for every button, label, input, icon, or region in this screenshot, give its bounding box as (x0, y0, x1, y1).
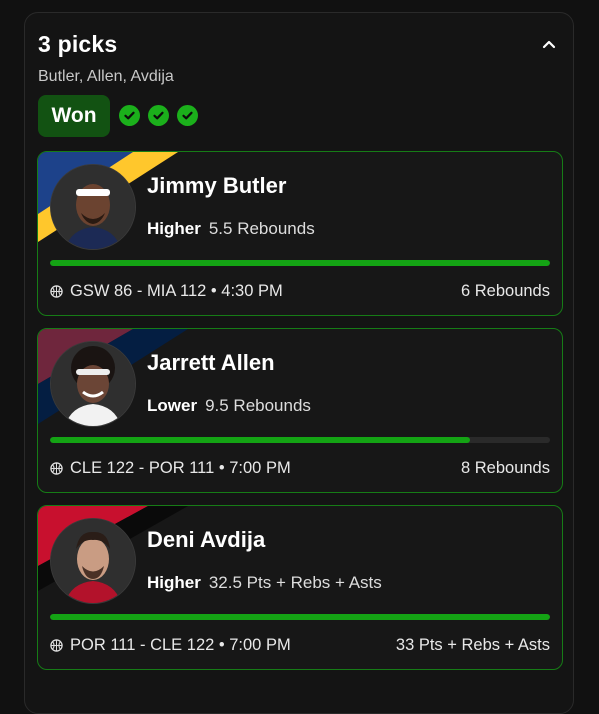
progress-fill (50, 437, 470, 443)
basketball-icon (50, 285, 63, 298)
panel-title: 3 picks (38, 31, 118, 57)
player-avatar (50, 518, 136, 604)
pick-stat-line: 32.5 Pts + Rebs + Asts (208, 573, 382, 592)
game-score-time: POR 111 - CLE 122 • 7:00 PM (70, 636, 291, 654)
progress-bar (50, 437, 550, 443)
basketball-icon (50, 639, 63, 652)
pick-direction: Higher (147, 219, 201, 238)
pick-result: 8 Rebounds (461, 459, 550, 477)
player-name: Deni Avdija (147, 527, 266, 552)
pick-checks (119, 105, 198, 126)
pick-direction: Lower (147, 396, 198, 415)
pick-line: Lower 9.5 Rebounds (147, 396, 311, 416)
player-name: Jimmy Butler (147, 173, 287, 198)
game-info: POR 111 - CLE 122 • 7:00 PM (50, 636, 291, 655)
pick-stat-line: 5.5 Rebounds (208, 219, 315, 238)
progress-fill (50, 614, 550, 620)
check-icon (119, 105, 140, 126)
pick-card-avdija[interactable]: Deni Avdija Higher 32.5 Pts + Rebs + Asts… (37, 505, 563, 670)
pick-result: 33 Pts + Rebs + Asts (395, 636, 550, 654)
check-icon (177, 105, 198, 126)
pick-card-butler[interactable]: Jimmy Butler Higher 5.5 Rebounds GSW 86 -… (37, 151, 563, 316)
players-summary: Butler, Allen, Avdija (38, 68, 174, 85)
pick-line: Higher 32.5 Pts + Rebs + Asts (147, 573, 382, 593)
pick-line: Higher 5.5 Rebounds (147, 219, 315, 239)
basketball-icon (50, 462, 63, 475)
progress-fill (50, 260, 550, 266)
player-avatar (50, 341, 136, 427)
collapse-chevron-up-icon[interactable] (537, 33, 561, 57)
won-badge: Won (38, 95, 110, 137)
player-name: Jarrett Allen (147, 350, 275, 375)
game-info: GSW 86 - MIA 112 • 4:30 PM (50, 282, 283, 301)
game-info: CLE 122 - POR 111 • 7:00 PM (50, 459, 291, 478)
picks-panel: 3 picks Butler, Allen, Avdija Won Jimmy … (24, 12, 574, 714)
pick-direction: Higher (147, 573, 201, 592)
check-icon (148, 105, 169, 126)
pick-stat-line: 9.5 Rebounds (205, 396, 311, 415)
pick-result: 6 Rebounds (461, 282, 550, 300)
game-score-time: GSW 86 - MIA 112 • 4:30 PM (70, 282, 283, 300)
game-score-time: CLE 122 - POR 111 • 7:00 PM (70, 459, 291, 477)
pick-card-allen[interactable]: Jarrett Allen Lower 9.5 Rebounds CLE 122 … (37, 328, 563, 493)
player-avatar (50, 164, 136, 250)
progress-bar (50, 260, 550, 266)
progress-bar (50, 614, 550, 620)
